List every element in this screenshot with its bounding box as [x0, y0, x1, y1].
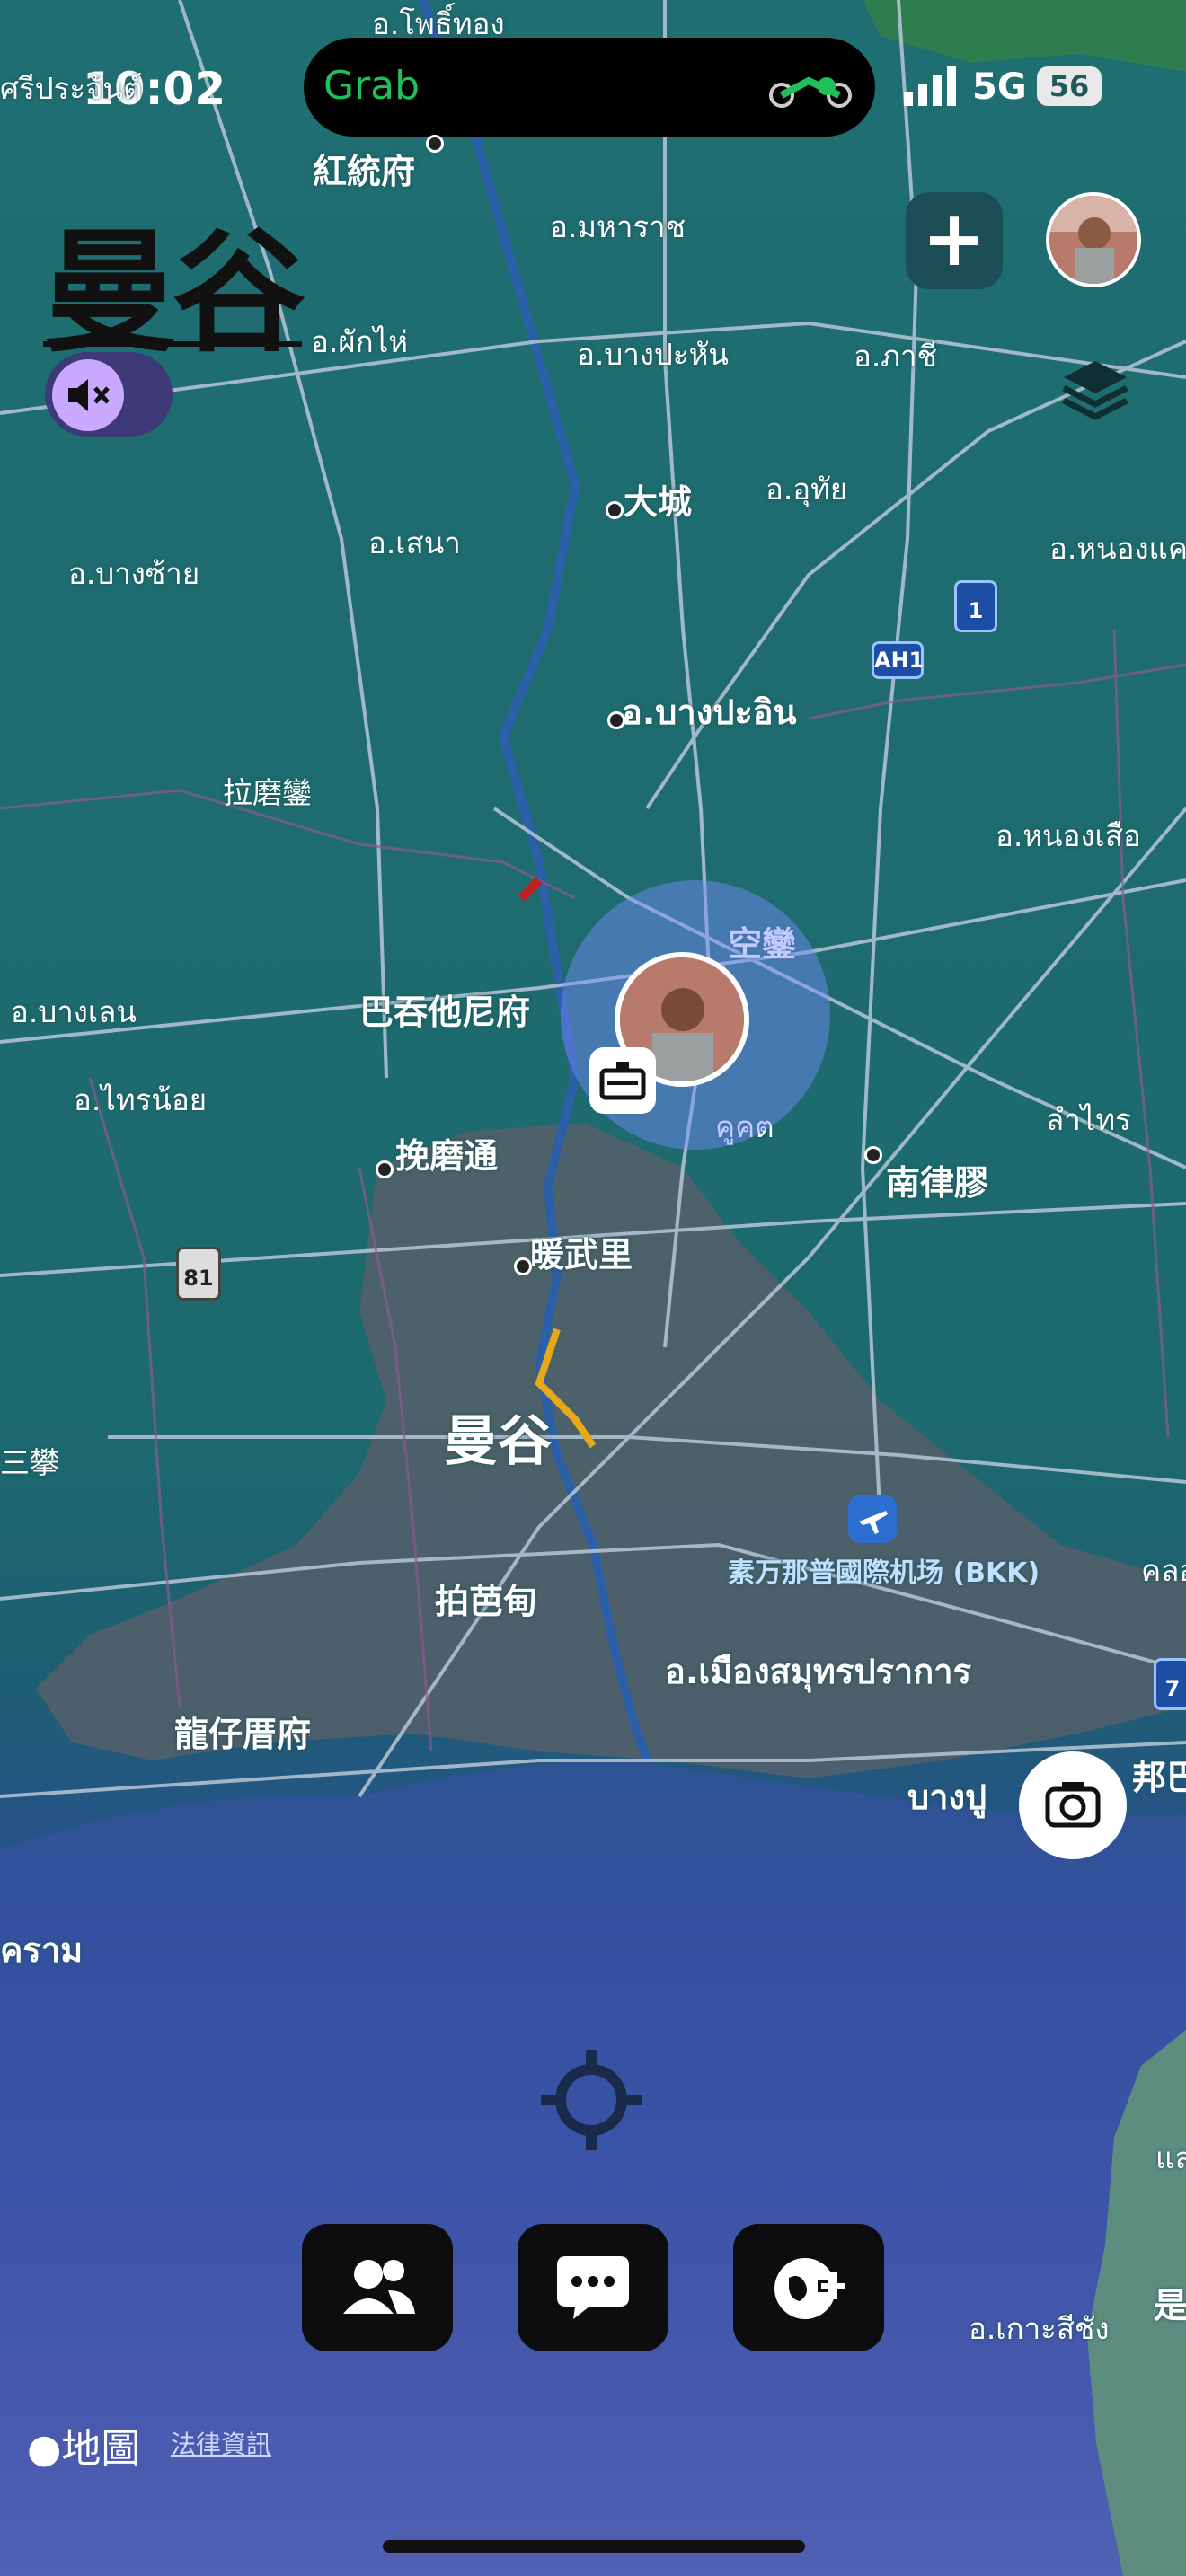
motorbike-icon [769, 76, 852, 108]
speaker-muted-icon [52, 359, 124, 431]
traffic-heavy [518, 877, 543, 902]
place-dot [864, 1146, 882, 1164]
map-label: 是 [1154, 2286, 1186, 2325]
airport-label: 素万那普國際机场 (BKK) [728, 1557, 1040, 1589]
map-label: คลอ [1141, 1553, 1186, 1588]
map-label: 巴吞他尼府 [359, 992, 531, 1032]
camera-button[interactable] [1019, 1751, 1127, 1859]
map-label: 大城 [624, 482, 693, 522]
people-icon [343, 2260, 415, 2314]
map-label: 邦巴 [1132, 1758, 1186, 1797]
map-label-capital: 曼谷 [444, 1410, 552, 1473]
map-label: ลำไทร [1046, 1102, 1131, 1137]
map-label: อ.บางเลน [11, 994, 137, 1029]
map-label: 挽磨通 [395, 1136, 499, 1176]
map-label: 拉磨鑾 [223, 775, 312, 810]
map-label: 拍芭甸 [435, 1582, 538, 1621]
legal-link[interactable]: 法律資訊 [171, 2425, 271, 2461]
airport-icon[interactable] [848, 1495, 897, 1543]
map-label: ศรีประจันต์ [0, 71, 143, 106]
place-dot [426, 135, 444, 153]
place-dot [376, 1160, 394, 1178]
map-label: 三攀 [0, 1445, 59, 1480]
battery-indicator: 56 [1037, 66, 1102, 106]
map-label: อ.หนองแค [1049, 531, 1186, 566]
place-dot [606, 501, 624, 519]
add-button[interactable]: + [906, 192, 1003, 289]
forest-area [863, 0, 1186, 72]
friends-button[interactable] [302, 2224, 453, 2351]
device-icon[interactable] [589, 1047, 656, 1114]
chat-bubble-icon [557, 2256, 629, 2319]
route-shield-81: 81 [176, 1247, 221, 1301]
city-title: 曼谷 [43, 216, 305, 370]
map-label: 暖武里 [530, 1235, 633, 1275]
map-label: อ.เมืองสมุทรปราการ [665, 1652, 971, 1691]
map-label: 南律膠 [886, 1163, 989, 1203]
map-label: อ.บางซ้าย [68, 556, 200, 591]
map-label: 龍仔厝府 [174, 1715, 312, 1754]
map-label: อ.บางปะหัน [577, 337, 729, 372]
grab-live-activity-label: Grab [323, 63, 420, 109]
map-label: อ.บางปะอิน [622, 693, 797, 732]
camera-icon [1045, 1782, 1101, 1828]
map-label: อ.อุทัย [766, 472, 848, 507]
apple-maps-brand: ●地圖 [27, 2416, 140, 2474]
map-label: อ.โพธิ์ทอง [372, 6, 505, 41]
apple-logo-icon: ● [27, 2426, 62, 2472]
network-type: 5G [972, 66, 1027, 108]
explore-button[interactable] [733, 2224, 884, 2351]
map-label: คราม [0, 1930, 84, 1970]
map-label: 紅統府 [313, 152, 416, 191]
map-label: อ.เสนา [368, 525, 461, 560]
map-label: อ.ภาชี [854, 339, 937, 374]
map-label: แล [1155, 2140, 1186, 2175]
urban-area [36, 1123, 1186, 1778]
map-label: อ.ผักไห่ [311, 324, 408, 359]
crosshair-icon[interactable] [537, 2046, 645, 2154]
maps-brand-label: 地圖 [61, 2426, 141, 2472]
map-label: อ.มหาราช [550, 209, 686, 244]
place-dot [607, 711, 625, 729]
map-label: บางปู [907, 1778, 987, 1817]
profile-avatar[interactable] [1046, 192, 1141, 287]
map-layers-icon[interactable] [1057, 352, 1134, 429]
route-shield-1: 1 [954, 580, 997, 632]
map-screen: 10:02 Grab 5G 56 曼谷 + อ.โพธิ์ทอง ศรีประจ… [0, 0, 1186, 2576]
globe-plus-icon [774, 2258, 848, 2319]
place-dot [514, 1257, 532, 1275]
chat-button[interactable] [518, 2224, 668, 2351]
route-shield-ah1: AH1 [872, 641, 924, 679]
map-label: อ.เกาะสีชัง [969, 2311, 1110, 2346]
home-indicator[interactable] [383, 2540, 805, 2553]
map-label: อ.ไทรน้อย [74, 1082, 208, 1117]
route-shield-7: 7 [1154, 1658, 1186, 1710]
map-label: อ.หนองเสือ [996, 818, 1141, 853]
signal-bars-icon [904, 66, 956, 106]
